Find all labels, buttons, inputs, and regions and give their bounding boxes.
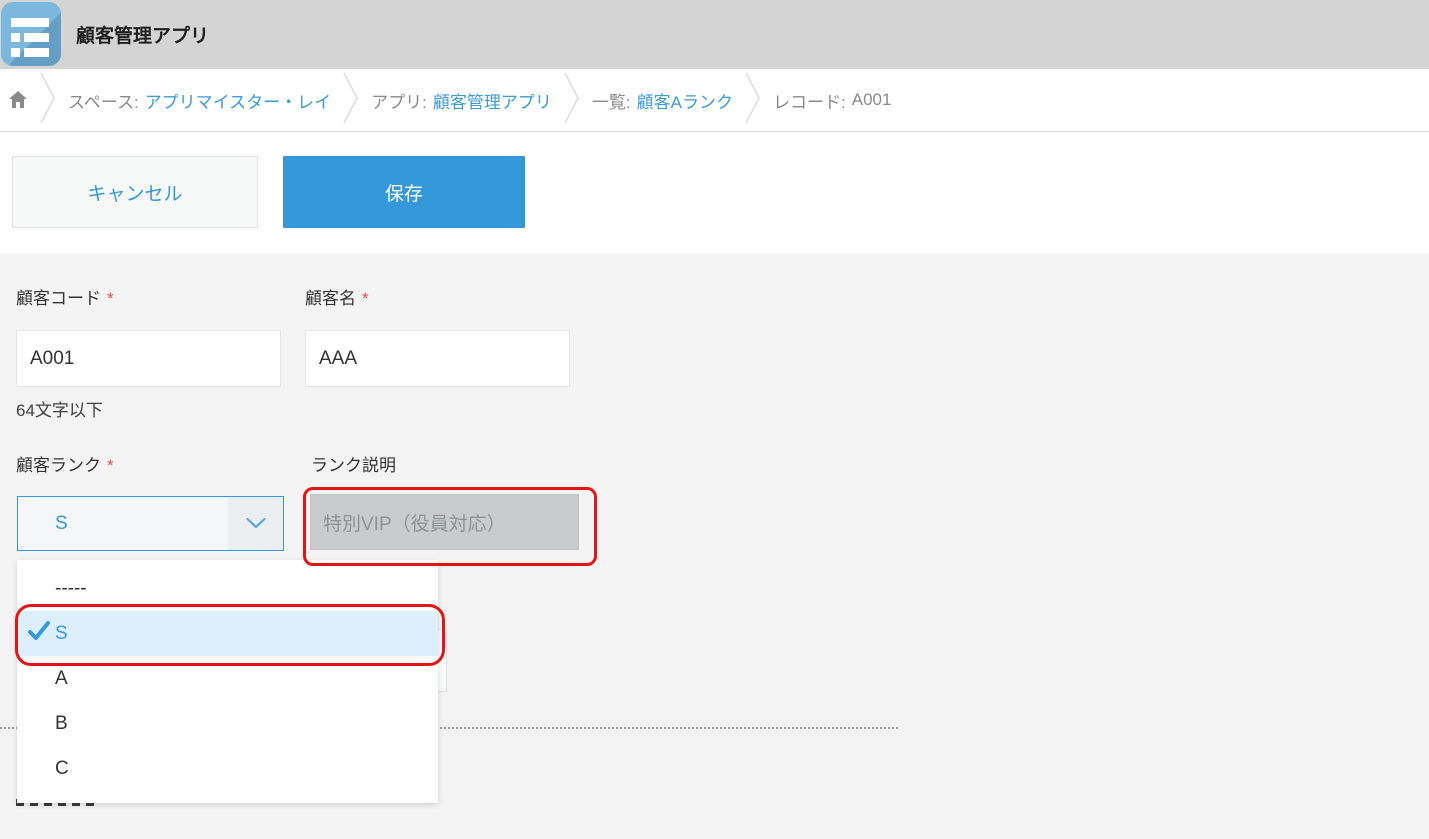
page: 顧客管理アプリ スペース: アプリマイスター・レイ アプリ: 顧客管理アプリ 一… xyxy=(0,0,1429,839)
chevron-down-icon xyxy=(228,497,283,550)
customer-code-input[interactable] xyxy=(16,330,281,387)
breadcrumb-record-label: レコード: xyxy=(773,92,846,112)
rank-option-b[interactable]: B xyxy=(17,701,438,746)
breadcrumb-space: スペース: アプリマイスター・レイ xyxy=(68,88,331,113)
page-title: 顧客管理アプリ xyxy=(76,26,210,47)
breadcrumb-record: レコード: A001 xyxy=(773,88,891,113)
save-button[interactable]: 保存 xyxy=(283,156,525,228)
breadcrumb: スペース: アプリマイスター・レイ アプリ: 顧客管理アプリ 一覧: 顧客Aラン… xyxy=(0,69,1429,132)
breadcrumb-space-label: スペース: xyxy=(68,92,139,112)
app-list-icon xyxy=(1,2,61,66)
rank-dropdown-menu: ----- S A B C xyxy=(17,560,438,803)
breadcrumb-view-link[interactable]: 顧客Aランク xyxy=(637,88,733,113)
cancel-button[interactable]: キャンセル xyxy=(12,156,258,228)
home-icon[interactable] xyxy=(8,90,28,110)
breadcrumb-record-value: A001 xyxy=(851,90,892,109)
customer-name-input[interactable] xyxy=(305,330,570,387)
breadcrumb-view-label: 一覧: xyxy=(591,92,631,112)
rank-description-label: ランク説明 xyxy=(311,456,396,475)
required-mark: * xyxy=(107,289,114,308)
required-mark: * xyxy=(362,289,369,308)
customer-name-label: 顧客名 * xyxy=(305,289,369,308)
chevron-right-icon xyxy=(564,71,580,130)
chevron-right-icon xyxy=(40,71,56,130)
rank-option-c[interactable]: C xyxy=(17,746,438,791)
check-icon xyxy=(26,618,52,650)
rank-description-value: 特別VIP（役員対応） xyxy=(323,513,506,535)
breadcrumb-view: 一覧: 顧客Aランク xyxy=(592,88,733,113)
chevron-right-icon xyxy=(343,71,359,130)
breadcrumb-app-label: アプリ: xyxy=(371,92,427,112)
breadcrumb-app: アプリ: 顧客管理アプリ xyxy=(371,88,552,113)
rank-option-a[interactable]: A xyxy=(17,656,438,701)
customer-code-hint: 64文字以下 xyxy=(16,401,103,420)
record-toolbar: キャンセル 保存 xyxy=(0,132,1429,254)
breadcrumb-space-link[interactable]: アプリマイスター・レイ xyxy=(145,88,332,113)
rank-option-blank[interactable]: ----- xyxy=(17,566,438,611)
breadcrumb-app-link[interactable]: 顧客管理アプリ xyxy=(433,88,552,113)
header-bar: 顧客管理アプリ xyxy=(0,0,1429,69)
record-form: 顧客コード* 顧客名* 64文字以下 顧客ランク* ランク説明 S 特別VIP（… xyxy=(0,253,1429,839)
rank-option-s[interactable]: S xyxy=(17,611,438,656)
rank-description-field: 特別VIP（役員対応） xyxy=(310,494,579,550)
customer-code-label: 顧客コード * xyxy=(16,289,114,308)
selected-rank-value: S xyxy=(55,512,68,534)
customer-rank-select[interactable]: S xyxy=(17,496,284,551)
required-mark: * xyxy=(107,456,114,475)
customer-rank-label: 顧客ランク * xyxy=(16,456,114,475)
chevron-right-icon xyxy=(745,71,761,130)
